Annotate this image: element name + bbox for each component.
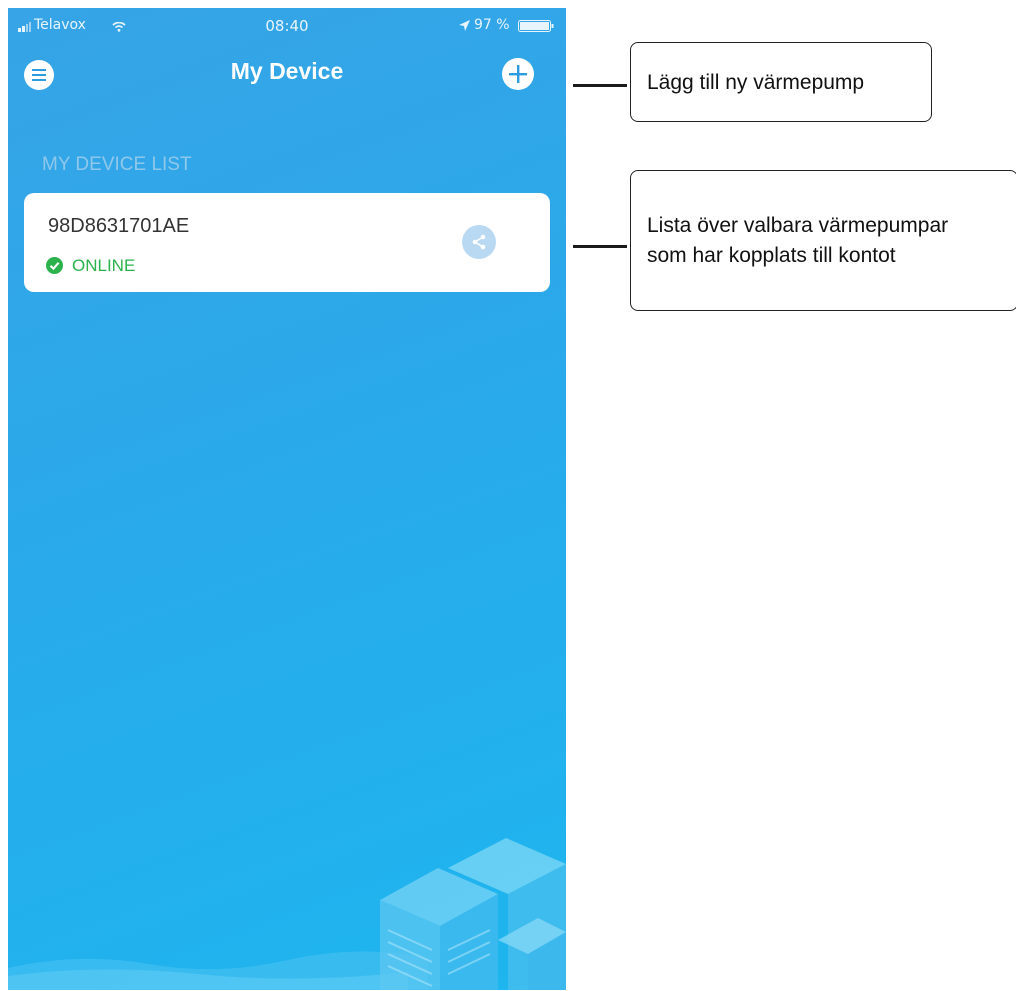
status-bar: Telavox 08:40 97 % (8, 8, 566, 38)
callout-add-device: Lägg till ny värmepump (630, 42, 932, 122)
callout-connector-add (573, 84, 627, 87)
callout-device-list-line1: Lista över valbara värmepumpar (647, 214, 949, 237)
city-wave-decoration (8, 838, 566, 990)
page-title: My Device (230, 58, 344, 84)
location-arrow-icon (459, 20, 470, 31)
callout-device-list-line2: som har kopplats till kontot (647, 244, 896, 267)
plus-icon (509, 65, 527, 83)
battery-icon (518, 20, 554, 32)
device-list-header: MY DEVICE LIST (42, 154, 192, 175)
callout-device-list: Lista över valbara värmepumpar som har k… (630, 170, 1016, 311)
phone-screen: Telavox 08:40 97 % My Device MY DEVICE L… (8, 8, 566, 990)
status-label: ONLINE (72, 256, 136, 275)
callout-add-device-text: Lägg till ny värmepump (647, 71, 865, 94)
device-list-item[interactable]: 98D8631701AE ONLINE (24, 193, 550, 292)
share-button[interactable] (462, 225, 496, 259)
share-icon (472, 234, 486, 250)
check-circle-icon (46, 257, 63, 274)
battery-percentage: 97 % (474, 17, 510, 33)
device-id: 98D8631701AE (48, 215, 190, 237)
callout-connector-list (573, 245, 627, 248)
add-device-button[interactable] (502, 58, 534, 90)
